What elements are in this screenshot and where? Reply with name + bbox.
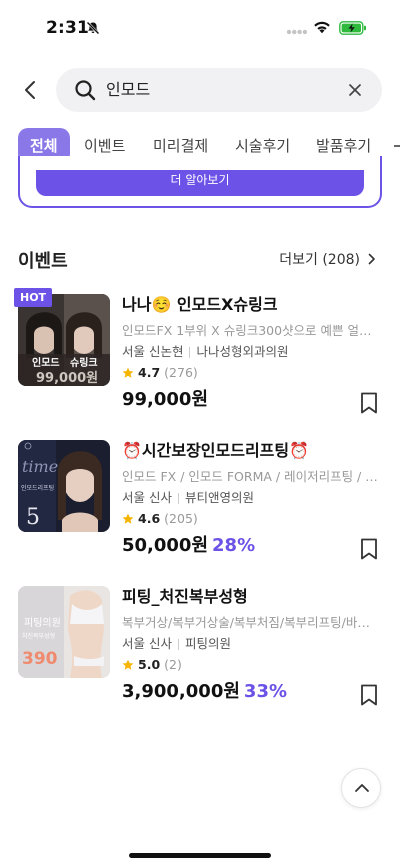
event-clinic: 피팅의원 [184, 636, 231, 651]
tab-overflow-indicator [394, 145, 400, 147]
search-query: 인모드 [106, 80, 151, 99]
cellular-signal-icon [286, 29, 308, 35]
rating-score: 4.7 [138, 365, 161, 380]
event-clinic: 나나성형외과의원 [196, 344, 289, 359]
chevron-up-icon [355, 784, 369, 792]
event-clinic: 뷰티앤영의원 [184, 490, 254, 505]
event-discount: 33% [243, 681, 288, 702]
divider [177, 493, 179, 504]
review-count: (276) [164, 365, 198, 380]
event-rating: 4.6 (205) [122, 510, 382, 528]
event-card[interactable]: HOT 인모드 슈링크 99,000원 나나☺️ 인모드X슈링크 인모드FX 1… [14, 288, 382, 424]
chevron-right-icon [368, 253, 375, 265]
thumb-label-2: 처진복부성형 [22, 632, 55, 640]
section-title: 이벤트 [18, 251, 68, 272]
event-price: 50,000원 [122, 535, 209, 556]
search-input[interactable]: 인모드 [56, 68, 382, 112]
thumb-label-2: 슈링크 [70, 357, 98, 369]
event-price-row: 3,900,000원 33% [122, 680, 382, 704]
thumb-label-1: 인모드 [32, 356, 60, 369]
event-price-row: 99,000원 [122, 388, 382, 412]
event-price-row: 50,000원 28% [122, 534, 382, 558]
event-thumbnail: 인모드 슈링크 99,000원 [18, 294, 110, 386]
event-card[interactable]: time 인모드리프팅 5 ⏰시간보장인모드리프팅⏰ 인모드 FX / 인모드 … [18, 440, 382, 570]
battery-charging-icon [339, 21, 366, 35]
event-description: 복부거상/복부거상술/복부처짐/복부리프팅/바디라인 [122, 615, 380, 630]
event-rating: 5.0 (2) [122, 656, 382, 674]
event-area: 서울 신사 [122, 636, 172, 651]
bell-off-icon [86, 21, 100, 35]
back-button[interactable] [20, 78, 42, 102]
thumb-price: 5 [26, 505, 40, 530]
star-icon [122, 659, 134, 670]
divider [189, 347, 191, 358]
divider [177, 639, 179, 650]
star-icon [122, 367, 134, 378]
search-icon [75, 80, 96, 101]
event-title: 나나☺️ 인모드X슈링크 [122, 295, 278, 314]
event-discount: 28% [212, 535, 256, 556]
event-description: 인모드FX 1부위 X 슈링크300샷으로 예쁜 얼굴라인 [122, 323, 380, 338]
event-card[interactable]: 피팅의원 처진복부성형 390 피팅_처진복부성형 복부거상/복부거상술/복부처… [18, 586, 382, 716]
home-indicator [129, 853, 271, 858]
event-description: 인모드 FX / 인모드 FORMA / 레이저리프팅 / 시술 [122, 469, 380, 484]
rating-score: 4.6 [138, 511, 161, 526]
wifi-icon [314, 21, 330, 34]
event-price: 3,900,000원 [122, 681, 240, 702]
review-count: (2) [164, 657, 182, 672]
event-area: 서울 신사 [122, 490, 172, 505]
thumb-label-1: time [22, 457, 58, 476]
event-title: ⏰시간보장인모드리프팅⏰ [122, 441, 310, 460]
scroll-to-top-button[interactable] [341, 768, 381, 808]
event-price: 99,000원 [122, 389, 209, 410]
bookmark-icon[interactable] [360, 538, 378, 560]
learn-more-button[interactable]: 더 알아보기 [36, 170, 364, 196]
event-rating: 4.7 (276) [122, 364, 382, 382]
status-time: 2:31 [46, 18, 90, 38]
event-thumbnail: 피팅의원 처진복부성형 390 [18, 586, 110, 678]
status-bar: 2:31 [0, 0, 400, 58]
bookmark-icon[interactable] [360, 392, 378, 414]
thumb-label-1: 피팅의원 [24, 617, 61, 629]
thumb-label-2: 인모드리프팅 [21, 484, 54, 492]
event-location: 서울 신사 뷰티앤영의원 [122, 489, 382, 507]
event-location: 서울 신논현 나나성형외과의원 [122, 343, 382, 361]
rating-score: 5.0 [138, 657, 161, 672]
hot-badge: HOT [14, 288, 53, 307]
bookmark-icon[interactable] [360, 684, 378, 706]
event-area: 서울 신논현 [122, 344, 184, 359]
promo-banner: 더 알아보기 [18, 156, 382, 208]
thumb-price: 99,000원 [36, 371, 98, 386]
event-title: 피팅_처진복부성형 [122, 587, 248, 606]
see-more-label: 더보기 (208) [279, 252, 360, 268]
clear-search-icon[interactable] [348, 83, 362, 97]
review-count: (205) [164, 511, 198, 526]
see-more-link[interactable]: 더보기 (208) [279, 249, 376, 269]
star-icon [122, 513, 134, 524]
thumb-price: 390 [22, 649, 58, 669]
event-thumbnail: time 인모드리프팅 5 [18, 440, 110, 532]
event-location: 서울 신사 피팅의원 [122, 635, 382, 653]
